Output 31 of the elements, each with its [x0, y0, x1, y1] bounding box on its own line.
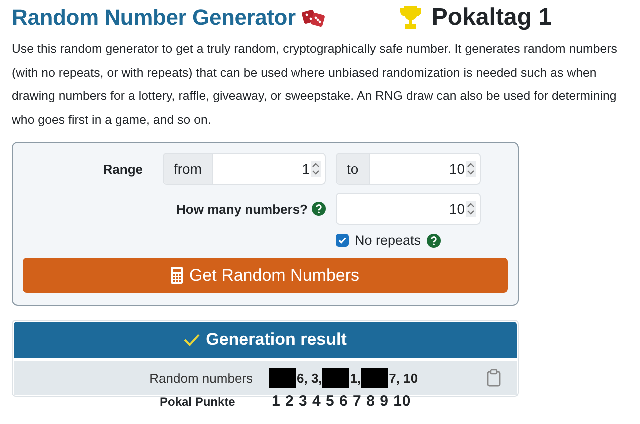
badge-heading: Pokaltag 1	[432, 4, 552, 32]
redaction-block	[322, 368, 350, 388]
redaction-block	[269, 368, 296, 388]
count-label: How many numbers?	[176, 202, 308, 216]
points-values: 1 2 3 4 5 6 7 8 9 10	[272, 393, 412, 410]
page-title: Random Number Generator	[12, 5, 296, 31]
spinner-icon[interactable]	[311, 161, 321, 177]
result-numbers: 7, 10	[389, 370, 418, 386]
count-field[interactable]: 10	[336, 193, 481, 225]
get-numbers-button[interactable]: Get Random Numbers	[23, 258, 508, 293]
check-icon	[184, 334, 200, 346]
spinner-icon[interactable]	[466, 201, 476, 217]
no-repeats-checkbox[interactable]	[336, 234, 349, 247]
range-label: Range	[103, 162, 143, 176]
help-icon[interactable]	[312, 202, 326, 216]
spinner-icon[interactable]	[466, 161, 476, 177]
points-label: Pokal Punkte	[160, 394, 236, 408]
result-label: Random numbers	[150, 370, 253, 386]
redaction-block	[361, 368, 388, 388]
result-numbers: 6, 3,	[297, 370, 322, 386]
clipboard-icon[interactable]	[487, 369, 501, 387]
calculator-icon	[171, 267, 184, 284]
trophy-icon	[400, 6, 422, 30]
intro-paragraph: Use this random generator to get a truly random, cryptographically safe number. It generates random numbers (with no repeats, or with repeats) that can be used where unbiased randomization is needed such as when drawing numbers for a lottery, raffle, giveaway, or sweepstake. An RNG draw can also be used for determining who goes first in a game, and so on.	[12, 41, 618, 128]
result-title: Generation result	[206, 330, 347, 350]
to-field[interactable]: to 10	[336, 153, 481, 185]
from-field[interactable]: from 1	[163, 153, 326, 185]
no-repeats-label: No repeats	[355, 233, 422, 248]
dice-icon	[302, 8, 326, 28]
help-icon[interactable]	[427, 234, 442, 248]
result-numbers: 1,	[350, 370, 362, 386]
